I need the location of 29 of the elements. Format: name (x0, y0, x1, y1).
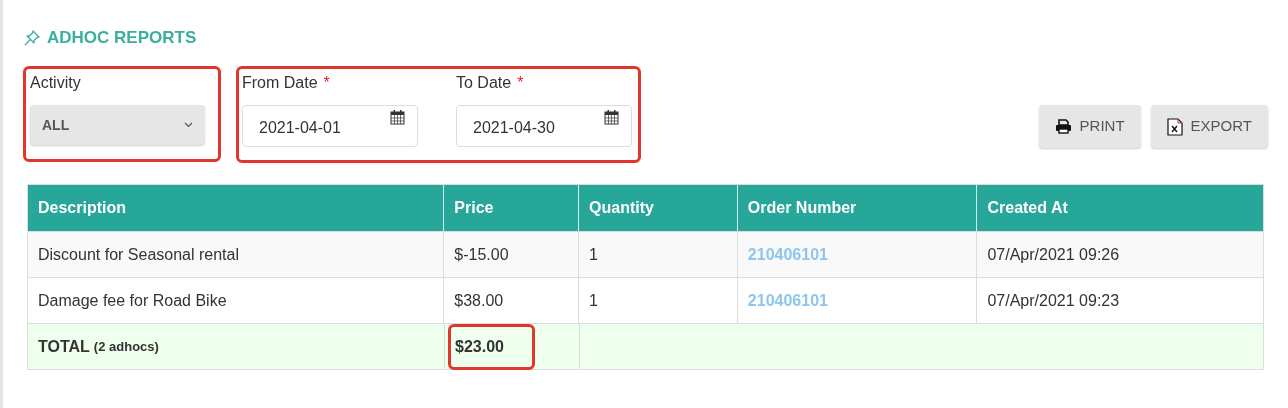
table-cell-text: 07/Apr/2021 09:23 (987, 290, 1120, 311)
field-label: To Date (456, 73, 512, 93)
table-cell-text: 1 (589, 244, 598, 265)
required-mark: * (517, 73, 524, 93)
table-cell-text: $38.00 (454, 290, 504, 311)
export-button[interactable]: EXPORT (1150, 105, 1268, 148)
table-cell-text: 07/Apr/2021 09:26 (987, 244, 1120, 265)
table-cell-text: $-15.00 (454, 244, 509, 265)
print-button[interactable]: PRINT (1038, 105, 1141, 148)
printer-icon (1054, 119, 1072, 134)
activity-dropdown[interactable]: ALL (30, 105, 205, 145)
total-note: (2 adhocs) (93, 337, 159, 356)
table-cell-text: 1 (589, 290, 598, 311)
page-title: ADHOC REPORTS (47, 27, 197, 50)
date-field[interactable]: 2021-04-30 (456, 105, 632, 147)
table-cell-text: Damage fee for Road Bike (38, 290, 227, 311)
calendar-icon (604, 109, 619, 125)
field-label: Activity (30, 73, 82, 93)
chevron-down-icon (184, 122, 193, 128)
calendar-icon (390, 109, 405, 125)
field-label: From Date (242, 73, 318, 93)
pin-icon (23, 29, 41, 47)
required-mark: * (323, 73, 330, 93)
table-cell-text: Discount for Seasonal rental (38, 244, 239, 265)
spreadsheet-file-icon (1166, 117, 1183, 136)
total-price: $23.00 (455, 336, 504, 357)
column-header: Description (37, 198, 127, 218)
date-field[interactable]: 2021-04-01 (242, 105, 418, 147)
total-label: TOTAL (38, 336, 90, 357)
